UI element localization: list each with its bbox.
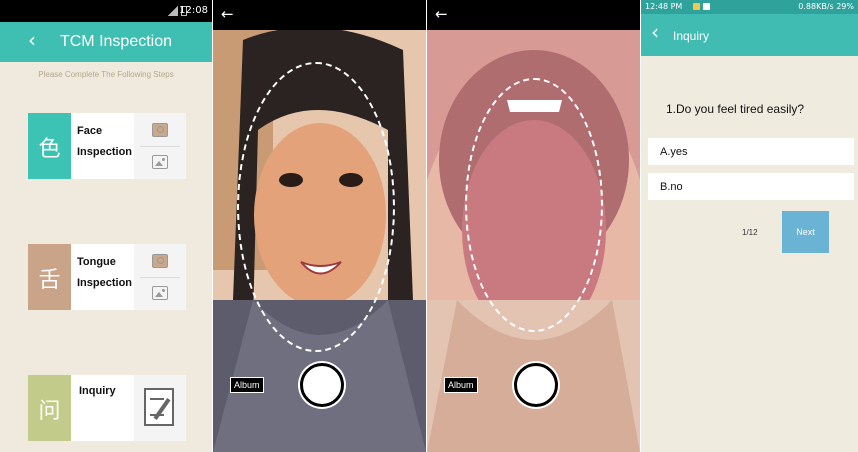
arrow-left-icon[interactable]: ← [221, 5, 234, 23]
page-title: Inquiry [673, 29, 710, 43]
camera-topbar: ← [427, 0, 640, 30]
card-label-line1: Face [77, 125, 103, 137]
tongue-capture-options [134, 244, 186, 310]
page-indicator: 1/12 [742, 228, 758, 237]
signal-icon [168, 6, 178, 16]
inquiry-glyph: 问 [38, 399, 61, 424]
inquiry-screen: 12:48 PM 0.88KB/s 29% ‹ Inquiry 1.Do you… [641, 0, 858, 452]
inquiry-card[interactable]: 问 Inquiry [28, 375, 186, 441]
album-button[interactable]: Album [444, 377, 478, 393]
tongue-inspection-card[interactable]: 舌 Tongue Inspection [28, 244, 186, 310]
face-glyph: 色 [38, 137, 61, 162]
card-label-line1: Inquiry [79, 385, 116, 397]
tongue-glyph-tile: 舌 [28, 244, 71, 310]
status-bar: 12:48 PM 0.88KB/s 29% [641, 0, 858, 14]
steps-hint: Please Complete The Following Steps [38, 70, 174, 79]
inquiry-glyph-tile: 问 [28, 375, 71, 441]
album-button[interactable]: Album [230, 377, 264, 393]
card-label-line2: Inspection [77, 277, 133, 289]
status-time: 12:08 [179, 5, 208, 16]
divider [140, 277, 180, 278]
card-label: Tongue Inspection [77, 252, 132, 294]
option-no[interactable]: B.no [648, 173, 854, 200]
card-label-line1: Tongue [77, 256, 116, 268]
inquiry-start[interactable] [134, 375, 186, 441]
face-inspection-card[interactable]: 色 Face Inspection [28, 113, 186, 179]
camera-icon[interactable] [152, 254, 168, 268]
camera-topbar: ← [213, 0, 426, 30]
face-glyph-tile: 色 [28, 113, 71, 179]
shutter-button[interactable] [300, 363, 344, 407]
face-guide-oval [237, 62, 395, 352]
question-text: 1.Do you feel tired easily? [666, 102, 805, 116]
face-camera-screen: ← Album [213, 0, 426, 452]
face-capture-options [134, 113, 186, 179]
image-icon[interactable] [152, 286, 168, 300]
status-bar: 12:08 [0, 0, 212, 22]
card-label: Inquiry [79, 381, 116, 402]
shutter-button[interactable] [514, 363, 558, 407]
status-time: 12:48 PM [645, 2, 683, 11]
tcm-inspection-screen: 12:08 ‹ TCM Inspection Please Complete T… [0, 0, 212, 452]
card-label-line2: Inspection [77, 146, 133, 158]
app-header: ‹ Inquiry [641, 14, 858, 56]
tongue-glyph: 舌 [38, 268, 61, 293]
option-yes[interactable]: A.yes [648, 138, 854, 165]
notification-icon [693, 3, 700, 10]
next-button[interactable]: Next [782, 211, 829, 253]
notification-icon [703, 3, 710, 10]
divider [140, 146, 180, 147]
page-title: TCM Inspection [59, 33, 173, 50]
status-right: 0.88KB/s 29% [798, 2, 854, 11]
tongue-guide-oval [465, 78, 603, 332]
app-header: ‹ TCM Inspection [0, 22, 212, 62]
chevron-left-icon[interactable]: ‹ [651, 22, 659, 42]
note-edit-icon [144, 388, 174, 426]
tongue-camera-screen: ← Album [427, 0, 640, 452]
arrow-left-icon[interactable]: ← [435, 5, 448, 23]
image-icon[interactable] [152, 155, 168, 169]
camera-icon[interactable] [152, 123, 168, 137]
card-label: Face Inspection [77, 121, 132, 163]
